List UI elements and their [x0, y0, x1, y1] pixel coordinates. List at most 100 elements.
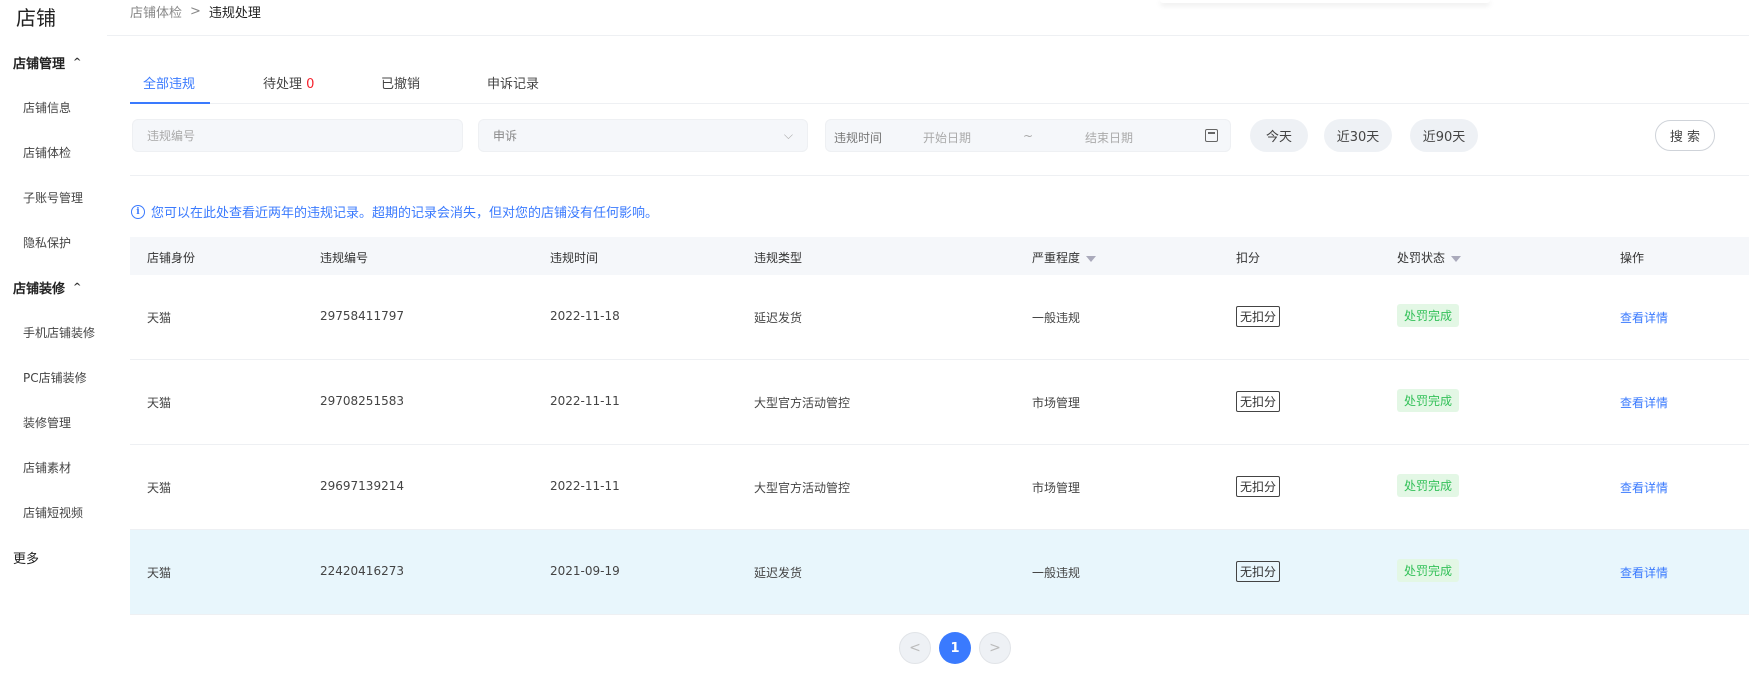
col-violation-time: 违规时间 [550, 251, 599, 265]
col-penalty-status-label: 处罚状态 [1397, 251, 1446, 265]
table-row: 天猫 29708251583 2022-11-11 大型官方活动管控 市场管理 无扣分 处罚… [130, 360, 1749, 445]
tab-revoked[interactable]: 已撤销 [381, 73, 420, 104]
table-row: 天猫 29697139214 2022-11-11 大型官方活动管控 市场管理 无扣分 处罚… [130, 445, 1749, 530]
cell-severity: 一般违规 [1032, 311, 1081, 325]
breadcrumb-parent[interactable]: 店铺体检 [130, 2, 182, 21]
chevron-down-icon: ⌵ [783, 128, 793, 142]
col-actions: 操作 [1620, 251, 1645, 265]
col-points: 扣分 [1236, 251, 1261, 265]
sidebar-item-privacy[interactable]: 隐私保护 [23, 234, 71, 251]
appeal-select[interactable]: 申诉 ⌵ [478, 119, 808, 152]
chevron-up-icon: ^ [73, 57, 82, 68]
table-row: 天猫 22420416273 2021-09-19 延迟发货 一般违规 无扣分 处罚完成 查看… [130, 530, 1749, 615]
cell-violation-time: 2021-09-19 [550, 564, 620, 578]
violations-table: 店铺身份 违规编号 违规时间 违规类型 严重程度 扣分 处罚状态 操作 天猫 29… [130, 237, 1749, 615]
sidebar-section-store-decoration[interactable]: 店铺装修 ^ [13, 278, 81, 297]
cell-severity: 一般违规 [1032, 566, 1081, 580]
table-header: 店铺身份 违规编号 违规时间 违规类型 严重程度 扣分 处罚状态 操作 [130, 237, 1749, 275]
floating-panel-edge [1160, 0, 1490, 3]
top-bar: 店铺体检 > 违规处理 [107, 0, 1749, 36]
cell-violation-type: 大型官方活动管控 [754, 481, 851, 495]
sidebar-item-decoration-management[interactable]: 装修管理 [23, 414, 71, 431]
appeal-select-value: 申诉 [493, 129, 518, 143]
status-badge: 处罚完成 [1397, 474, 1460, 497]
cell-store-identity: 天猫 [147, 396, 172, 410]
view-details-link[interactable]: 查看详情 [1620, 394, 1668, 411]
filter-bar: 违规编号 申诉 ⌵ 违规时间 开始日期 ~ 结束日期 今天 近30天 近90天 … [130, 119, 1749, 153]
sidebar-item-store-info[interactable]: 店铺信息 [23, 99, 71, 116]
end-date-input[interactable]: 结束日期 [1085, 129, 1133, 146]
col-violation-id: 违规编号 [320, 251, 369, 265]
prev-page-button[interactable]: < [899, 632, 931, 664]
status-badge: 处罚完成 [1397, 304, 1460, 327]
chevron-up-icon: ^ [73, 282, 82, 293]
cell-violation-time: 2022-11-11 [550, 479, 620, 493]
filter-divider [130, 175, 1749, 176]
sidebar-item-store-videos[interactable]: 店铺短视频 [23, 504, 83, 521]
notice-text: 您可以在此处查看近两年的违规记录。超期的记录会消失，但对您的店铺没有任何影响。 [151, 206, 659, 221]
cell-violation-id: 29697139214 [320, 479, 404, 493]
filter-funnel-icon[interactable] [1451, 255, 1462, 262]
sidebar-item-store-assets[interactable]: 店铺素材 [23, 459, 71, 476]
cell-violation-time: 2022-11-11 [550, 394, 620, 408]
col-store-identity: 店铺身份 [147, 251, 196, 265]
quick-90-days-button[interactable]: 近90天 [1410, 119, 1478, 152]
col-severity-label: 严重程度 [1032, 251, 1081, 265]
col-violation-type: 违规类型 [754, 251, 803, 265]
cell-store-identity: 天猫 [147, 481, 172, 495]
cell-violation-id: 29758411797 [320, 309, 404, 323]
page-1-button[interactable]: 1 [939, 632, 971, 664]
cell-violation-id: 29708251583 [320, 394, 404, 408]
sidebar-item-store-checkup[interactable]: 店铺体检 [23, 144, 71, 161]
cell-store-identity: 天猫 [147, 566, 172, 580]
cell-store-identity: 天猫 [147, 311, 172, 325]
points-tag: 无扣分 [1236, 306, 1281, 327]
sidebar-section-label: 店铺管理 [13, 57, 66, 72]
tab-appeal-records[interactable]: 申诉记录 [487, 73, 539, 104]
cell-violation-time: 2022-11-18 [550, 309, 620, 323]
sidebar-item-mobile-decoration[interactable]: 手机店铺装修 [23, 324, 95, 341]
date-range-picker[interactable]: 违规时间 开始日期 ~ 结束日期 [825, 119, 1231, 152]
cell-severity: 市场管理 [1032, 396, 1081, 410]
search-button[interactable]: 搜 索 [1655, 120, 1715, 151]
sidebar-more[interactable]: 更多 [13, 548, 39, 567]
points-tag: 无扣分 [1236, 476, 1281, 497]
points-tag: 无扣分 [1236, 391, 1281, 412]
col-penalty-status: 处罚状态 [1397, 249, 1462, 266]
sidebar-item-sub-accounts[interactable]: 子账号管理 [23, 189, 83, 206]
table-row: 天猫 29758411797 2022-11-18 延迟发货 一般违规 无扣分 处罚完成 查看… [130, 275, 1749, 360]
next-page-button[interactable]: > [979, 632, 1011, 664]
breadcrumb: 店铺体检 > 违规处理 [130, 2, 261, 21]
cell-violation-type: 大型官方活动管控 [754, 396, 851, 410]
status-badge: 处罚完成 [1397, 389, 1460, 412]
tab-pending[interactable]: 待处理 0 [263, 73, 314, 104]
retention-notice: i 您可以在此处查看近两年的违规记录。超期的记录会消失，但对您的店铺没有任何影响… [131, 202, 658, 221]
date-range-label: 违规时间 [834, 131, 883, 145]
violation-id-input[interactable]: 违规编号 [132, 119, 463, 152]
info-icon: i [131, 204, 145, 219]
sidebar-section-store-management[interactable]: 店铺管理 ^ [13, 53, 81, 72]
filter-funnel-icon[interactable] [1086, 255, 1097, 262]
cell-violation-id: 22420416273 [320, 564, 404, 578]
points-tag: 无扣分 [1236, 561, 1281, 582]
calendar-icon[interactable] [1205, 129, 1218, 142]
tab-pending-label: 待处理 [263, 77, 303, 92]
breadcrumb-separator-icon: > [190, 4, 201, 19]
breadcrumb-current: 违规处理 [208, 6, 261, 21]
sidebar-section-label: 店铺装修 [13, 282, 66, 297]
status-badge: 处罚完成 [1397, 559, 1460, 582]
sidebar-item-pc-decoration[interactable]: PC店铺装修 [23, 369, 87, 386]
view-details-link[interactable]: 查看详情 [1620, 479, 1668, 496]
quick-30-days-button[interactable]: 近30天 [1324, 119, 1392, 152]
view-details-link[interactable]: 查看详情 [1620, 309, 1668, 326]
cell-severity: 市场管理 [1032, 481, 1081, 495]
tab-all-violations[interactable]: 全部违规 [129, 73, 211, 104]
sidebar-brand: 店铺 [16, 6, 56, 30]
cell-violation-type: 延迟发货 [754, 566, 803, 580]
start-date-input[interactable]: 开始日期 [923, 129, 971, 146]
pending-count-badge: 0 [306, 77, 315, 92]
table-body: 天猫 29758411797 2022-11-18 延迟发货 一般违规 无扣分 处罚完成 查看… [130, 275, 1749, 615]
view-details-link[interactable]: 查看详情 [1620, 564, 1668, 581]
quick-today-button[interactable]: 今天 [1250, 119, 1308, 152]
col-severity: 严重程度 [1032, 249, 1097, 266]
